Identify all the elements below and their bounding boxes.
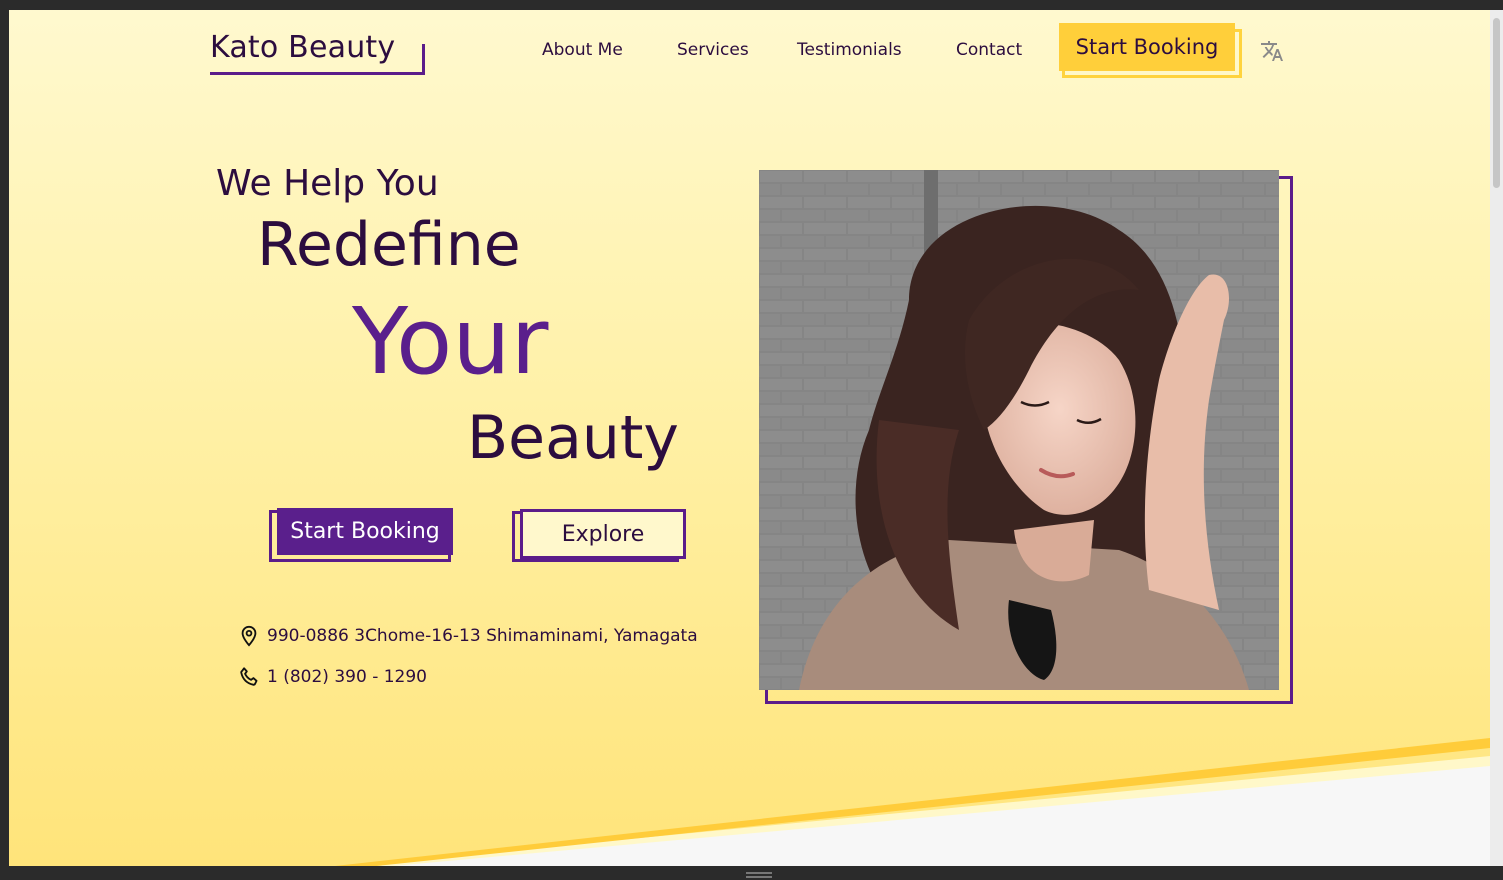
- hero-line-3: Your: [352, 288, 549, 395]
- hero-explore-button[interactable]: Explore: [520, 509, 686, 559]
- address-text: 990-0886 3Chome-16-13 Shimaminami, Yamag…: [267, 626, 698, 646]
- nav-about-me[interactable]: About Me: [542, 40, 623, 60]
- resize-handle[interactable]: [746, 872, 772, 878]
- brand-logo[interactable]: Kato Beauty: [210, 30, 395, 65]
- decorative-wave: [335, 738, 1490, 866]
- phone-row: 1 (802) 390 - 1290: [238, 665, 427, 689]
- address-row: 990-0886 3Chome-16-13 Shimaminami, Yamag…: [238, 624, 698, 648]
- phone-icon: [240, 667, 258, 686]
- scrollbar-thumb[interactable]: [1493, 18, 1500, 188]
- hero-line-2: Redefine: [257, 210, 521, 280]
- hero-start-booking-button[interactable]: Start Booking: [277, 508, 453, 555]
- hero-line-4: Beauty: [467, 403, 679, 473]
- nav-services[interactable]: Services: [677, 40, 749, 60]
- vertical-scrollbar[interactable]: [1490, 10, 1503, 866]
- phone-text: 1 (802) 390 - 1290: [267, 667, 427, 687]
- nav-testimonials[interactable]: Testimonials: [797, 40, 902, 60]
- hero-section: Kato Beauty About Me Services Testimonia…: [9, 10, 1490, 866]
- translate-icon[interactable]: [1260, 39, 1284, 63]
- nav-contact[interactable]: Contact: [956, 40, 1022, 60]
- location-pin-icon: [241, 625, 257, 647]
- hero-line-1: We Help You: [216, 163, 439, 204]
- nav-start-booking-button[interactable]: Start Booking: [1059, 23, 1235, 71]
- hero-portrait-photo: [759, 170, 1279, 690]
